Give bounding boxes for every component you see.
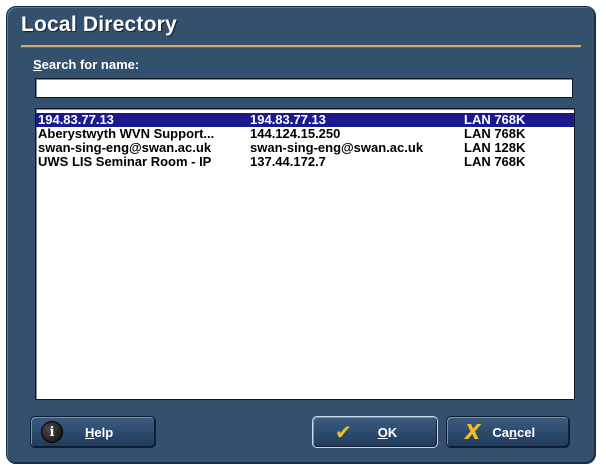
entry-address: 194.83.77.13 [250, 113, 326, 127]
entry-address: swan-sing-eng@swan.ac.uk [250, 141, 424, 155]
help-rest: elp [94, 424, 114, 440]
ok-button[interactable]: ✔ OK [312, 416, 438, 448]
entry-address: 137.44.172.7 [250, 155, 326, 169]
directory-list[interactable]: 194.83.77.13 194.83.77.13 LAN 768K Abery… [35, 108, 575, 400]
entry-name: UWS LIS Seminar Room - IP [38, 155, 212, 169]
entry-speed: LAN 768K [464, 155, 526, 169]
info-icon: i [41, 421, 63, 443]
checkmark-icon: ✔ [335, 420, 352, 444]
x-icon: X [465, 420, 481, 444]
local-directory-dialog: Local Directory Search for name: 194.83.… [6, 6, 596, 464]
entry-speed: LAN 768K [464, 127, 526, 141]
dialog-title: Local Directory [21, 13, 177, 36]
entry-speed: LAN 768K [464, 113, 526, 127]
list-item[interactable]: Aberystwyth WVN Support... 144.124.15.25… [36, 127, 574, 141]
list-item[interactable]: swan-sing-eng@swan.ac.uk swan-sing-eng@s… [36, 141, 574, 155]
ok-rest: K [387, 424, 398, 440]
entry-address: 144.124.15.250 [250, 127, 341, 141]
entry-name: 194.83.77.13 [38, 113, 114, 127]
cancel-pre: Ca [492, 424, 510, 440]
cancel-accel: n [509, 424, 517, 440]
cancel-button[interactable]: X Cancel [446, 416, 570, 448]
entry-name: Aberystwyth WVN Support... [38, 127, 215, 141]
ok-accel: O [377, 424, 388, 440]
title-divider [21, 45, 581, 48]
cancel-button-label: Cancel [492, 425, 535, 440]
search-label-accel: S [33, 57, 42, 72]
search-label-text: earch for name: [41, 57, 140, 72]
help-button[interactable]: i Help [30, 416, 156, 448]
entry-name: swan-sing-eng@swan.ac.uk [38, 141, 212, 155]
ok-button-label: OK [378, 425, 398, 440]
search-input[interactable] [35, 78, 573, 98]
search-label: Search for name: [33, 57, 139, 72]
help-accel: H [85, 424, 95, 440]
list-item[interactable]: UWS LIS Seminar Room - IP 137.44.172.7 L… [36, 155, 574, 169]
entry-speed: LAN 128K [464, 141, 526, 155]
list-item[interactable]: 194.83.77.13 194.83.77.13 LAN 768K [36, 113, 574, 127]
help-button-label: Help [85, 425, 113, 440]
cancel-rest: cel [517, 424, 536, 440]
